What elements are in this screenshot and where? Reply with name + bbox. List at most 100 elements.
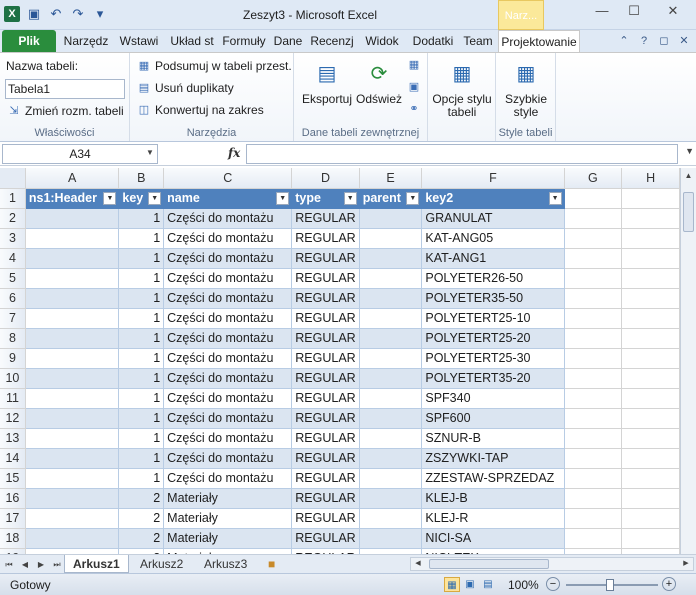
table-cell[interactable]: POLYETERT35-20 <box>421 368 565 389</box>
table-cell[interactable] <box>359 248 423 269</box>
filter-dropdown-icon[interactable]: ▼ <box>406 191 420 205</box>
table-cell[interactable]: POLYETER26-50 <box>421 268 565 289</box>
filter-dropdown-icon[interactable]: ▼ <box>148 191 162 205</box>
cell[interactable] <box>564 528 623 549</box>
column-header[interactable]: H <box>621 168 680 189</box>
horizontal-scroll-thumb[interactable] <box>429 559 549 569</box>
cell[interactable] <box>564 308 623 329</box>
select-all-corner[interactable] <box>0 168 26 189</box>
row-header[interactable]: 8 <box>0 328 26 349</box>
table-name-input[interactable]: Tabela1 <box>5 79 125 99</box>
resize-table-button[interactable]: ⇲ Zmień rozm. tabeli <box>6 103 123 119</box>
table-cell[interactable]: REGULAR <box>291 208 360 229</box>
remove-duplicates-button[interactable]: ▤ Usuń duplikaty <box>136 80 234 96</box>
tab-data[interactable]: Dane <box>270 30 306 52</box>
filter-dropdown-icon[interactable]: ▼ <box>103 191 117 205</box>
table-cell[interactable] <box>25 308 120 329</box>
table-cell[interactable]: REGULAR <box>291 308 360 329</box>
refresh-button[interactable]: ⟳ Odśwież <box>354 59 404 106</box>
zoom-level[interactable]: 100% <box>508 578 539 592</box>
table-cell[interactable] <box>359 408 423 429</box>
table-cell[interactable]: Części do montażu <box>163 228 293 249</box>
row-header[interactable]: 13 <box>0 428 26 449</box>
table-cell[interactable] <box>359 228 423 249</box>
filter-dropdown-icon[interactable]: ▼ <box>548 191 562 205</box>
cell[interactable] <box>564 488 623 509</box>
table-cell[interactable] <box>25 368 120 389</box>
table-cell[interactable]: GRANULAT <box>421 208 565 229</box>
table-cell[interactable] <box>359 308 423 329</box>
table-cell[interactable] <box>25 348 120 369</box>
table-cell[interactable] <box>25 248 120 269</box>
row-header[interactable]: 10 <box>0 368 26 389</box>
help-icon[interactable]: ? <box>636 33 652 49</box>
tab-view[interactable]: Widok <box>358 30 406 52</box>
table-cell[interactable]: 1 <box>118 368 165 389</box>
table-cell[interactable]: Części do montażu <box>163 408 293 429</box>
tab-insert[interactable]: Wstawi <box>114 30 164 52</box>
scroll-right-icon[interactable]: ▶ <box>679 558 693 570</box>
name-box[interactable]: A34 <box>2 144 158 164</box>
vertical-scroll-thumb[interactable] <box>683 192 694 232</box>
table-cell[interactable] <box>359 348 423 369</box>
formula-input[interactable] <box>246 144 678 164</box>
cell[interactable] <box>564 388 623 409</box>
cell[interactable] <box>564 368 623 389</box>
cell[interactable] <box>621 388 680 409</box>
cell[interactable] <box>564 348 623 369</box>
table-cell[interactable]: ZSZYWKI-TAP <box>421 448 565 469</box>
table-cell[interactable]: KLEJ-R <box>421 508 565 529</box>
column-header[interactable]: E <box>359 168 423 189</box>
cell[interactable] <box>621 308 680 329</box>
table-cell[interactable]: 1 <box>118 348 165 369</box>
table-header-cell[interactable]: name ▼ <box>163 188 293 209</box>
table-cell[interactable]: KAT-ANG1 <box>421 248 565 269</box>
horizontal-scrollbar[interactable]: ◀ ▶ <box>410 557 694 571</box>
table-cell[interactable] <box>359 208 423 229</box>
table-cell[interactable]: SPF340 <box>421 388 565 409</box>
table-cell[interactable]: 1 <box>118 408 165 429</box>
open-browser-button[interactable]: ▣ <box>406 79 422 95</box>
table-cell[interactable]: ZZESTAW-SPRZEDAZ <box>421 468 565 489</box>
quick-styles-button[interactable]: ▦ Szybkie style <box>500 59 552 119</box>
vertical-scrollbar[interactable]: ▲ <box>680 168 696 554</box>
prev-sheet-icon[interactable]: ◀ <box>18 558 32 571</box>
table-header-cell[interactable]: key2 ▼ <box>421 188 565 209</box>
cell[interactable] <box>621 228 680 249</box>
page-break-view-icon[interactable]: ▤ <box>480 577 496 592</box>
tab-review[interactable]: Recenzj <box>308 30 356 52</box>
table-cell[interactable]: NICI-SA <box>421 528 565 549</box>
table-cell[interactable]: Części do montażu <box>163 368 293 389</box>
table-cell[interactable] <box>25 528 120 549</box>
maximize-icon[interactable]: ☐ <box>618 0 650 22</box>
cell[interactable] <box>621 408 680 429</box>
sheet-tab-arkusz2[interactable]: Arkusz2 <box>132 555 191 573</box>
scroll-up-icon[interactable]: ▲ <box>681 168 696 184</box>
sheet-tab-arkusz3[interactable]: Arkusz3 <box>196 555 255 573</box>
table-cell[interactable] <box>25 488 120 509</box>
close-icon[interactable]: ✕ <box>650 0 696 22</box>
table-cell[interactable]: REGULAR <box>291 348 360 369</box>
tab-team[interactable]: Team <box>460 30 496 52</box>
zoom-out-icon[interactable]: − <box>546 577 560 591</box>
table-header-cell[interactable]: type ▼ <box>291 188 360 209</box>
convert-to-range-button[interactable]: ◫ Konwertuj na zakres <box>136 102 264 118</box>
table-cell[interactable] <box>25 448 120 469</box>
table-cell[interactable]: 1 <box>118 288 165 309</box>
table-cell[interactable] <box>25 428 120 449</box>
row-header[interactable]: 6 <box>0 288 26 309</box>
cell[interactable] <box>621 208 680 229</box>
table-cell[interactable]: Części do montażu <box>163 288 293 309</box>
cell[interactable] <box>621 188 680 209</box>
cell[interactable] <box>564 448 623 469</box>
table-cell[interactable]: 2 <box>118 528 165 549</box>
cell[interactable] <box>621 368 680 389</box>
table-cell[interactable] <box>25 268 120 289</box>
cell[interactable] <box>564 288 623 309</box>
table-cell[interactable] <box>25 468 120 489</box>
table-cell[interactable]: POLYETERT25-20 <box>421 328 565 349</box>
table-cell[interactable]: Materiały <box>163 508 293 529</box>
insert-function-icon[interactable]: fx <box>228 146 240 160</box>
cell[interactable] <box>564 428 623 449</box>
row-header[interactable]: 5 <box>0 268 26 289</box>
